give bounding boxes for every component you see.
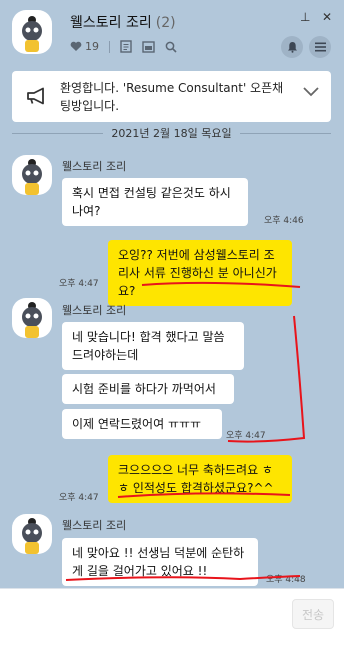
notice-text: 환영합니다. 'Resume Consultant' 오픈채팅방입니다. [60, 81, 284, 113]
chat-title: 웰스토리 조리 (2) [70, 12, 176, 32]
message-bubble[interactable]: 혹시 면접 컨설팅 같은것도 하시나여? [62, 178, 248, 226]
message-bubble[interactable]: 네 맞아요 !! 선생님 덕분에 순탄하게 길을 걸어가고 있어요 !! [62, 538, 258, 586]
close-window-icon[interactable]: ✕ [322, 10, 332, 24]
megaphone-icon [27, 87, 44, 105]
message-time: 오후 4:48 [266, 575, 306, 585]
compose-area[interactable]: 전송 [0, 588, 344, 657]
character-avatar-icon [22, 302, 42, 338]
divider [239, 132, 332, 134]
my-message-bubble[interactable]: 오잉?? 저번에 삼성웰스토리 조리사 서류 진행하신 분 아니신가요? [108, 240, 292, 306]
divider [12, 132, 104, 134]
notice-banner[interactable]: 환영합니다. 'Resume Consultant' 오픈채팅방입니다. [12, 71, 331, 122]
sender-avatar[interactable] [12, 514, 52, 554]
like-count: 19 [85, 40, 99, 53]
pin-window-icon[interactable]: ⊥ [300, 10, 310, 24]
character-avatar-icon [22, 16, 42, 52]
notes-icon[interactable] [120, 40, 132, 53]
sender-name: 웰스토리 조리 [62, 160, 127, 173]
message-bubble[interactable]: 시험 준비를 하다가 까먹어서 [62, 374, 234, 404]
heart-icon [70, 41, 82, 51]
date-label: 2021년 2월 18일 목요일 [111, 127, 232, 140]
message-time: 오후 4:47 [59, 279, 99, 289]
message-bubble[interactable]: 네 맞습니다! 합격 했다고 말씀 드려야하는데 [62, 322, 244, 370]
notification-bell-button[interactable] [281, 36, 303, 58]
member-count: (2) [155, 15, 176, 31]
sender-avatar[interactable] [12, 298, 52, 338]
divider [109, 40, 110, 53]
send-button[interactable]: 전송 [292, 599, 334, 629]
sender-name: 웰스토리 조리 [62, 304, 127, 317]
bell-icon [287, 42, 297, 53]
hamburger-menu-icon [314, 42, 326, 52]
message-bubble[interactable]: 이제 연락드렸어여 ㅠㅠㅠ [62, 409, 222, 439]
my-message-bubble[interactable]: 크으으으으 너무 축하드려요 ㅎㅎ 인적성도 합격하셨군요?^^ [108, 455, 292, 503]
profile-avatar[interactable] [12, 10, 52, 54]
chat-header: ⊥ ✕ 웰스토리 조리 (2) 19 [0, 0, 344, 64]
chat-title-text: 웰스토리 조리 [70, 15, 152, 31]
sender-avatar[interactable] [12, 155, 52, 195]
album-icon[interactable] [142, 40, 155, 53]
character-avatar-icon [22, 159, 42, 195]
sender-name: 웰스토리 조리 [62, 519, 127, 532]
message-time: 오후 4:47 [226, 431, 266, 441]
search-icon[interactable] [165, 41, 177, 53]
header-meta: 19 [70, 40, 177, 53]
message-time: 오후 4:47 [59, 493, 99, 503]
menu-button[interactable] [309, 36, 331, 58]
chevron-down-icon[interactable] [303, 87, 319, 97]
message-time: 오후 4:46 [264, 216, 304, 226]
date-separator: 2021년 2월 18일 목요일 [12, 124, 332, 142]
like-control[interactable]: 19 [70, 40, 99, 53]
character-avatar-icon [22, 518, 42, 554]
